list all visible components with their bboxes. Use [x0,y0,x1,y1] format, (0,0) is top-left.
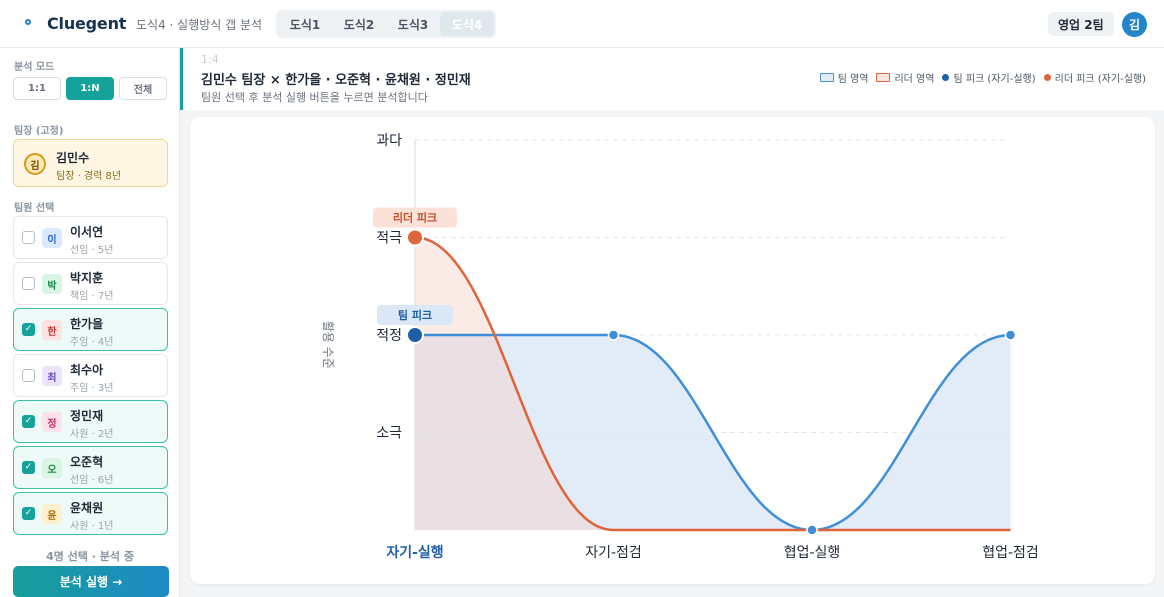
member-card[interactable]: 박 박지훈책임 · 7년 [13,262,168,305]
member-card[interactable]: ✓ 윤 윤채원사원 · 1년 [13,492,168,535]
tab-diagram1[interactable]: 도식1 [278,12,332,36]
leader-label: 팀장 (고정) [14,126,64,137]
analysis-hint: 팀원 선택 후 분석 실행 버튼을 누르면 분석합니다 [201,91,428,104]
member-name: 이서연 [70,225,104,239]
member-name: 정민재 [70,409,104,423]
y-tick-label: 소극 [376,426,402,442]
member-avatar: 이 [42,228,62,248]
x-tick-label: 자기-실행 [386,545,443,561]
member-checkbox[interactable]: ✓ [22,461,35,474]
chart-card: 소극 적정 적극 과다활용 수준 리더 피크팀 피크자기-실행 자기-점검 협업-실행 협업-… [190,117,1155,584]
member-details: 책임 · 7년 [70,291,114,302]
member-avatar: 한 [42,320,62,340]
member-details: 선임 · 5년 [70,245,114,256]
mode-selector: 1:1 1:N 전체 [13,77,167,100]
legend-leader-peak-label: 리더 피크 (자기-실행) [1054,74,1146,85]
member-checkbox[interactable]: ✓ [22,415,35,428]
logo-icon [25,19,31,25]
mode-all-button[interactable]: 전체 [119,77,167,100]
member-name: 한가을 [70,317,104,331]
member-avatar: 박 [42,274,62,294]
team-peak-label: 팀 피크 [398,308,432,322]
member-name: 오준혁 [70,455,104,469]
member-card[interactable]: ✓ 정 정민재사원 · 2년 [13,400,168,443]
member-card[interactable]: 이 이서연선임 · 5년 [13,216,168,259]
mode-1-1-button[interactable]: 1:1 [13,77,61,100]
legend-leader-area-label: 리더 영역 [894,74,935,85]
y-tick-label: 과다 [376,133,402,149]
leader-peak-label: 리더 피크 [393,211,437,225]
analysis-title: 김민수 팀장 × 한가을 · 오준혁 · 윤채원 · 정민재 [201,73,471,88]
team-peak-dot [406,326,424,344]
diagram-tabs: 도식1 도식2 도식3 도식4 [276,10,496,38]
x-tick-label: 협업-점검 [982,545,1039,561]
page-subtitle: 도식4 · 실행방식 갭 분석 [136,18,263,32]
team-point [806,524,818,536]
member-avatar: 정 [42,412,62,432]
check-icon: ✓ [24,508,33,518]
legend-team-peak-label: 팀 피크 (자기-실행) [953,74,1036,85]
legend-leader-area: 리더 영역 [876,70,934,85]
leader-peak-dot [406,228,424,247]
member-details: 주임 · 3년 [70,383,114,394]
user-avatar[interactable]: 김 [1122,12,1147,37]
x-tick-label: 자기-점검 [585,545,642,561]
mode-1-n-button[interactable]: 1:N [66,77,114,100]
members-label: 팀원 선택 [14,203,55,214]
sidebar: 분석 모드 1:1 1:N 전체 팀장 (고정) 김 김민수 팀장 · 경력 8… [0,48,180,597]
y-axis-label: 활용 수준 [321,321,335,369]
leader-name: 김민수 [56,151,90,165]
selection-status: 4명 선택 · 분석 중 [46,550,134,563]
legend-team-area-swatch [819,73,834,82]
member-checkbox[interactable] [22,231,35,244]
member-card[interactable]: ✓ 오 오준혁선임 · 6년 [13,446,168,489]
chart-legend: 팀 영역 리더 영역 팀 피크 (자기-실행) 리더 피크 (자기-실행) [819,70,1146,85]
member-checkbox[interactable] [22,369,35,382]
member-details: 주임 · 4년 [70,337,114,348]
member-checkbox[interactable] [22,277,35,290]
legend-leader-peak-dot [1043,74,1051,81]
member-details: 사원 · 1년 [70,521,114,532]
member-name: 최수아 [70,363,104,377]
check-icon: ✓ [24,324,33,334]
x-tick-label: 협업-실행 [784,545,841,561]
ratio-label: 1:4 [201,53,219,66]
team-point [1004,329,1017,341]
leader-card: 김 김민수 팀장 · 경력 8년 [13,139,168,187]
team-badge[interactable]: 영업 2팀 [1048,12,1114,36]
member-checkbox[interactable]: ✓ [22,323,35,336]
check-icon: ✓ [24,462,33,472]
y-tick-label: 적정 [376,328,402,344]
brand-name[interactable]: Cluegent [47,14,126,33]
tab-diagram2[interactable]: 도식2 [332,12,386,36]
app-header: Cluegent 도식4 · 실행방식 갭 분석 도식1 도식2 도식3 도식4… [0,0,1164,48]
legend-team-area-label: 팀 영역 [837,74,869,85]
legend-leader-peak: 리더 피크 (자기-실행) [1043,70,1146,85]
member-checkbox[interactable]: ✓ [22,507,35,520]
analysis-header: 1:4 김민수 팀장 × 한가을 · 오준혁 · 윤채원 · 정민재 팀원 선택… [180,48,1164,110]
run-analysis-button[interactable]: 분석 실행 → [13,566,169,597]
member-avatar: 오 [42,458,62,478]
tab-diagram3[interactable]: 도식3 [386,12,440,36]
member-details: 선임 · 6년 [70,475,114,486]
analysis-mode-label: 분석 모드 [14,62,55,73]
legend-team-peak: 팀 피크 (자기-실행) [942,70,1036,85]
legend-team-area: 팀 영역 [819,70,869,85]
tab-diagram4[interactable]: 도식4 [440,12,494,36]
check-icon: ✓ [24,416,33,426]
team-point [607,329,620,341]
member-card[interactable]: ✓ 한 한가을주임 · 4년 [13,308,168,351]
member-name: 윤채원 [70,501,104,515]
legend-team-peak-dot [942,74,950,81]
legend-leader-area-swatch [876,73,891,82]
member-details: 사원 · 2년 [70,429,114,440]
leader-avatar: 김 [24,153,46,175]
member-name: 박지훈 [70,271,104,285]
member-card[interactable]: 최 최수아주임 · 3년 [13,354,168,397]
leader-details: 팀장 · 경력 8년 [56,171,122,182]
gap-chart: 소극 적정 적극 과다활용 수준 리더 피크팀 피크자기-실행 자기-점검 협업-실행 협업-… [321,133,1039,561]
y-tick-label: 적극 [376,231,402,247]
member-avatar: 최 [42,366,62,386]
member-avatar: 윤 [42,504,62,524]
